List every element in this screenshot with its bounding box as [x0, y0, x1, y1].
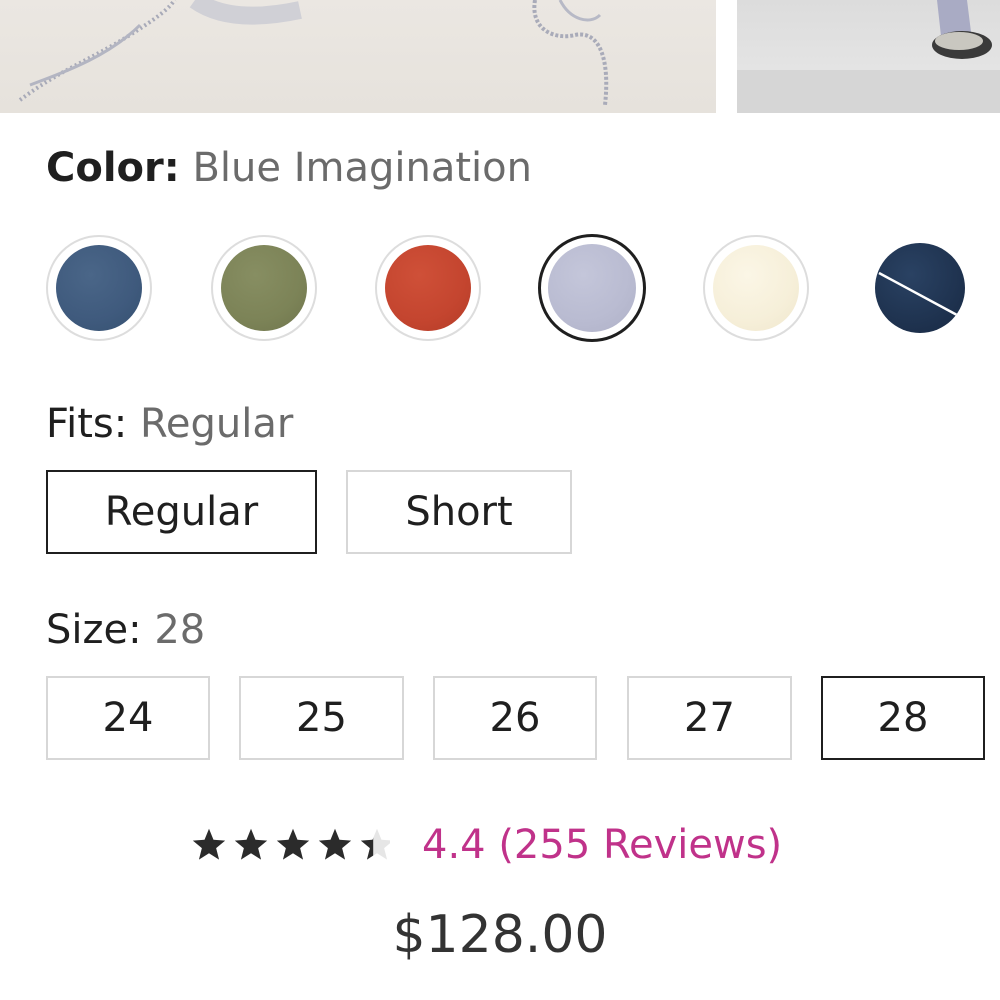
swatch-denim-blue[interactable]	[46, 235, 152, 341]
swatch-rust[interactable]	[375, 235, 481, 341]
swatch-olive-fill	[221, 245, 307, 331]
swatch-cream-fill	[713, 245, 799, 331]
star-icon	[192, 828, 226, 860]
fit-option-short[interactable]: Short	[346, 470, 572, 554]
star-icon	[276, 828, 310, 860]
star-icon	[234, 828, 268, 860]
star-icon	[318, 828, 352, 860]
size-option-label: 27	[684, 695, 735, 741]
swatch-denim-blue-fill	[56, 245, 142, 331]
color-label-key: Color:	[46, 145, 180, 191]
size-option-24[interactable]: 24	[46, 676, 210, 760]
swatch-cream[interactable]	[703, 235, 809, 341]
fit-option-label: Regular	[104, 489, 259, 535]
selected-color-value: Blue Imagination	[192, 145, 532, 191]
swatch-blue-imagination[interactable]	[538, 234, 646, 342]
fits-label: Fits: Regular	[46, 394, 293, 454]
star-rating	[190, 825, 390, 865]
size-option-28[interactable]: 28	[821, 676, 985, 760]
size-option-25[interactable]: 25	[239, 676, 404, 760]
product-price: $128.00	[392, 905, 608, 965]
fit-option-label: Short	[405, 489, 513, 535]
size-option-label: 26	[489, 695, 541, 741]
swatch-blue-imagination-fill	[548, 244, 636, 332]
swatch-dark-denim-fill	[875, 243, 965, 333]
size-label-key: Size:	[46, 607, 142, 653]
product-image-strip	[0, 0, 1000, 113]
color-label: Color: Blue Imagination	[46, 138, 532, 198]
size-option-label: 25	[296, 695, 347, 741]
size-option-label: 28	[877, 695, 929, 741]
product-image-secondary[interactable]	[737, 0, 1000, 113]
swatch-rust-fill	[385, 245, 471, 331]
size-option-26[interactable]: 26	[433, 676, 597, 760]
size-option-label: 24	[102, 695, 154, 741]
fit-option-regular[interactable]: Regular	[46, 470, 317, 554]
selected-fit-value: Regular	[139, 401, 294, 447]
rating-row: 4.4 (255 Reviews)	[190, 815, 782, 875]
swatch-olive[interactable]	[211, 235, 317, 341]
product-image-primary[interactable]	[0, 0, 716, 113]
size-option-27[interactable]: 27	[627, 676, 792, 760]
unavailable-slash-icon	[878, 271, 958, 317]
swatch-dark-denim-unavailable[interactable]	[867, 235, 973, 341]
size-label: Size: 28	[46, 600, 205, 660]
reviews-link[interactable]: 4.4 (255 Reviews)	[422, 822, 782, 868]
fits-label-key: Fits:	[46, 401, 128, 447]
selected-size-value: 28	[154, 607, 206, 653]
star-icon	[360, 828, 390, 860]
